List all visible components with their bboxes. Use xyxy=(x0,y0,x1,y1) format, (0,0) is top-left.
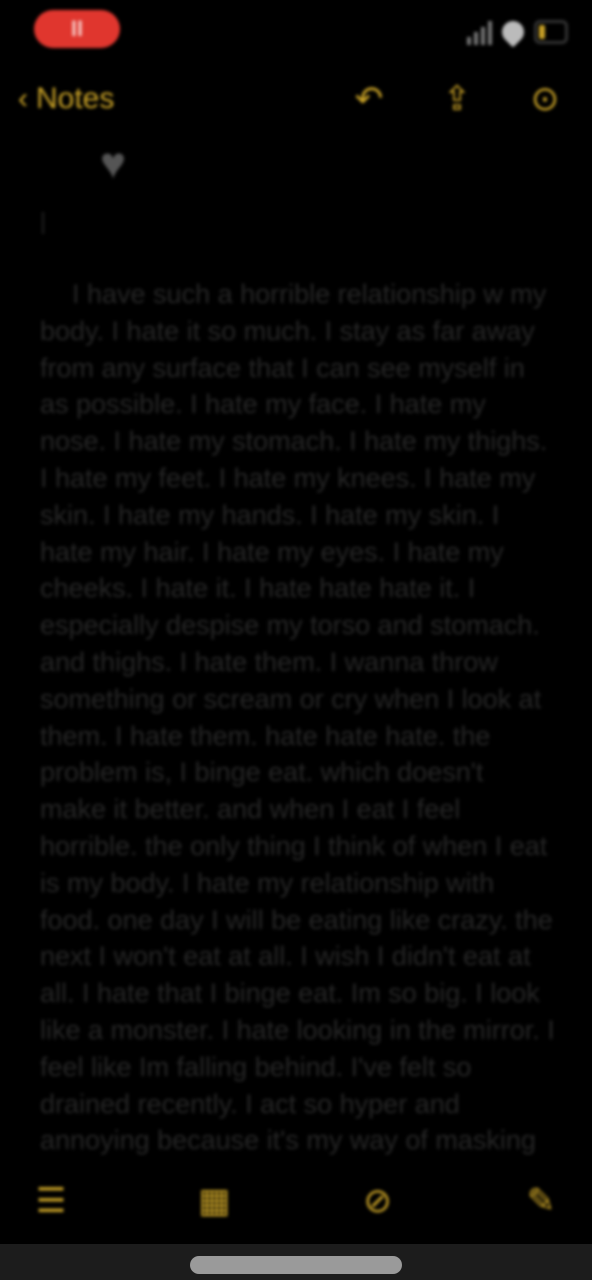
wifi-icon xyxy=(497,16,529,48)
compose-icon[interactable]: ✎ xyxy=(518,1175,564,1227)
screen-recording-indicator[interactable]: II xyxy=(34,10,120,48)
chevron-left-icon: ‹ xyxy=(18,82,28,115)
text-cursor xyxy=(42,212,44,234)
pen-markup-icon[interactable]: ⊘ xyxy=(355,1175,401,1227)
cellular-signal-icon xyxy=(467,19,492,45)
heart-icon: ♥ xyxy=(100,139,127,188)
note-body-text[interactable]: I have such a horrible relationship w my… xyxy=(40,276,556,1166)
share-icon[interactable]: ⇪ xyxy=(436,72,478,126)
navigation-bar: ‹ Notes ↶ ⇪ ⊙ xyxy=(0,64,592,134)
battery-level xyxy=(539,25,545,39)
home-indicator-area xyxy=(0,1244,592,1280)
status-icons xyxy=(467,14,568,50)
back-button[interactable]: ‹ Notes xyxy=(18,76,114,122)
table-icon[interactable]: ▦ xyxy=(191,1175,237,1227)
undo-icon[interactable]: ↶ xyxy=(348,72,390,126)
nav-actions: ↶ ⇪ ⊙ xyxy=(348,72,566,126)
home-indicator[interactable] xyxy=(190,1256,402,1274)
checklist-icon[interactable]: ☰ xyxy=(28,1175,74,1227)
recording-pause-icon: II xyxy=(70,16,84,41)
more-icon[interactable]: ⊙ xyxy=(524,72,566,126)
status-bar: II xyxy=(0,0,592,64)
battery-icon xyxy=(534,20,568,44)
bottom-toolbar: ☰ ▦ ⊘ ✎ xyxy=(0,1168,592,1234)
back-label: Notes xyxy=(36,82,115,115)
notes-screen: II ‹ Notes ↶ ⇪ ⊙ ♥ I have such a horribl… xyxy=(0,0,592,1280)
